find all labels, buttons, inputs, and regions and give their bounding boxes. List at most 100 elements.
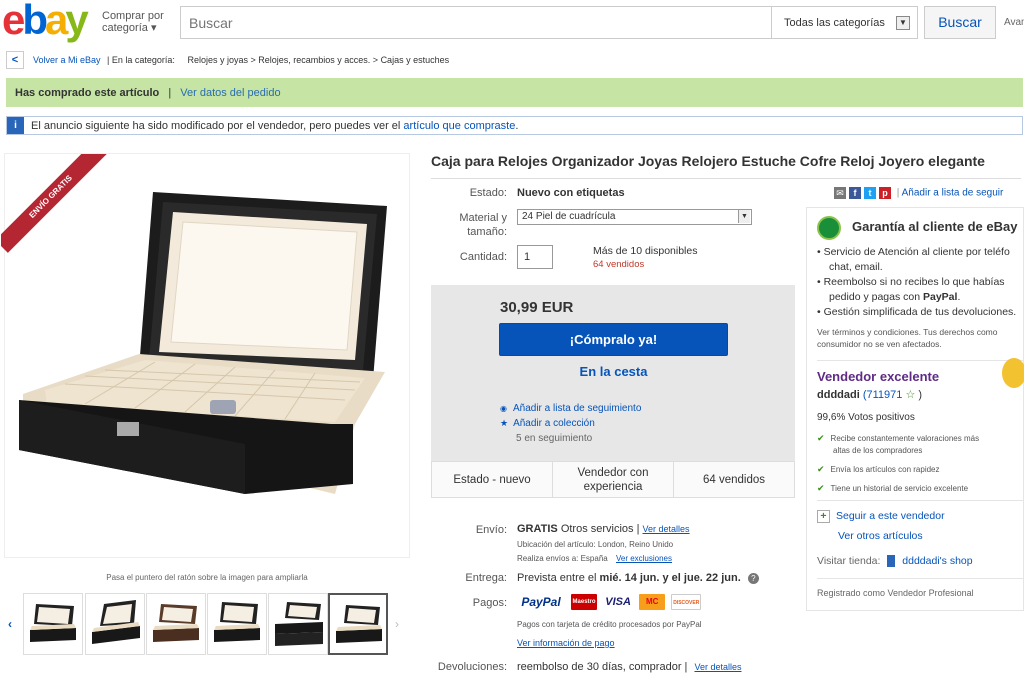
- payment-info-link[interactable]: Ver información de pago: [517, 638, 615, 648]
- eye-icon: ◉: [500, 404, 507, 413]
- terms-line-1[interactable]: Ver términos y condiciones. Tus derechos…: [817, 326, 997, 338]
- thumbnail[interactable]: [207, 593, 267, 655]
- plus-icon[interactable]: +: [817, 510, 830, 523]
- thumbnail-image: [153, 604, 199, 642]
- check-icon: ✔: [817, 483, 825, 493]
- shipping-row: GRATIS Otros servicios | Ver detalles: [517, 523, 690, 535]
- view-order-link[interactable]: Ver datos del pedido: [180, 87, 280, 99]
- thumbnail[interactable]: [85, 593, 145, 655]
- ribbon-text: ENVÍO GRATIS: [1, 154, 107, 253]
- thumbnail[interactable]: [146, 593, 206, 655]
- guarantee-text: Servicio de Atención al cliente por telé…: [823, 246, 1010, 258]
- notice-text-wrap: El anuncio siguiente ha sido modificado …: [31, 120, 518, 132]
- main-product-image[interactable]: ENVÍO GRATIS: [1, 153, 410, 558]
- chevron-down-icon[interactable]: ▼: [896, 16, 910, 30]
- buy-now-button[interactable]: ¡Cómpralo ya!: [499, 323, 728, 356]
- exclusions-link[interactable]: Ver exclusiones: [616, 554, 672, 563]
- returns-details-link[interactable]: Ver detalles: [694, 662, 741, 672]
- search-input[interactable]: [181, 7, 771, 38]
- payment-logos: PayPal Maestro VISA MC DISCOVER: [517, 594, 704, 610]
- add-to-collection-link[interactable]: Añadir a colección: [513, 418, 595, 429]
- advanced-search-link[interactable]: Avan: [1004, 17, 1024, 28]
- breadcrumb-item[interactable]: Cajas y estuches: [381, 55, 450, 65]
- item-location: Ubicación del artículo: London, Reino Un…: [517, 540, 674, 549]
- quantity-input[interactable]: 1: [517, 245, 553, 269]
- seller-name[interactable]: ddddadi: [817, 389, 860, 401]
- payment-label: Pagos:: [472, 597, 507, 609]
- divider: [431, 178, 1021, 179]
- guarantee-icon: [817, 216, 841, 240]
- divider: [817, 360, 1023, 361]
- banner-separator: |: [168, 87, 172, 99]
- guarantee-text: pedido y pagas con: [829, 291, 921, 303]
- ebay-logo[interactable]: ebay: [2, 0, 100, 42]
- thumbnail[interactable]: [23, 593, 83, 655]
- breadcrumb-item[interactable]: Relojes, recambios y acces.: [258, 55, 370, 65]
- facebook-icon[interactable]: f: [849, 187, 861, 199]
- returns-label: Devoluciones:: [437, 661, 507, 673]
- top-rated-seller-title: Vendedor excelente: [817, 369, 940, 384]
- back-to-my-ebay-link[interactable]: Volver a Mi eBay: [33, 55, 101, 65]
- purchased-text: Has comprado este artículo: [15, 87, 160, 99]
- info-icon: i: [7, 117, 24, 134]
- stat-seller-1: Vendedor con: [577, 466, 649, 479]
- in-category-label: | En la categoría:: [107, 55, 175, 65]
- guarantee-text: chat, email.: [829, 261, 883, 273]
- delivery-row: Prevista entre el mié. 14 jun. y el jue.…: [517, 572, 759, 584]
- pinterest-icon[interactable]: p: [879, 187, 891, 199]
- chevron-down-icon[interactable]: ▼: [738, 210, 750, 223]
- condition-label: Estado:: [469, 187, 507, 199]
- star-icon: ★: [500, 418, 509, 428]
- guarantee-item-1: • Servicio de Atención al cliente por te…: [817, 246, 1010, 258]
- terms-line-2: consumidor no se ven afectados.: [817, 339, 942, 349]
- thumbnail-selected[interactable]: [328, 593, 388, 655]
- add-to-watchlist-link[interactable]: Añadir a lista de seguimiento: [513, 403, 641, 414]
- store-link[interactable]: ddddadi's shop: [902, 555, 972, 567]
- email-icon[interactable]: ✉: [834, 187, 846, 199]
- thumbnail[interactable]: [268, 593, 328, 655]
- notice-text: El anuncio siguiente ha sido modificado …: [31, 120, 401, 132]
- delivery-dates: mié. 14 jun. y el jue. 22 jun.: [599, 572, 741, 584]
- breadcrumb-item[interactable]: Relojes y joyas: [187, 55, 248, 65]
- shipping-free: GRATIS: [517, 523, 558, 535]
- item-stats: Estado - nuevo Vendedor con experiencia …: [431, 461, 795, 498]
- search-button[interactable]: Buscar: [924, 6, 996, 39]
- seller-score[interactable]: (711971: [863, 389, 903, 401]
- seller-features: ✔ Recibe constantemente valoraciones más …: [817, 432, 979, 495]
- thumbnail-image: [336, 605, 382, 643]
- feature-text: altas de los compradores: [833, 446, 923, 455]
- twitter-icon[interactable]: t: [864, 187, 876, 199]
- back-arrow-icon[interactable]: <: [6, 51, 24, 69]
- variant-select[interactable]: 24 Piel de cuadrícula: [517, 209, 752, 225]
- stat-seller: Vendedor con experiencia: [553, 462, 674, 497]
- check-icon: ✔: [817, 433, 825, 443]
- shipping-details-link[interactable]: Ver detalles: [643, 524, 690, 534]
- star-icon: ☆: [905, 389, 916, 401]
- guarantee-bullets: • Servicio de Atención al cliente por te…: [817, 245, 1016, 320]
- chevron-left-icon[interactable]: ‹: [8, 617, 12, 631]
- maestro-logo: Maestro: [571, 594, 598, 610]
- variant-label-1: Material y: [459, 212, 507, 224]
- shipping-other: Otros servicios |: [560, 523, 640, 535]
- variant-label-2: tamaño:: [467, 226, 507, 238]
- condition-value: Nuevo con etiquetas: [517, 187, 625, 199]
- returns-text: reembolso de 30 días, comprador |: [517, 661, 688, 673]
- top-rated-medal-icon: [1002, 358, 1024, 388]
- help-icon[interactable]: ?: [747, 573, 759, 584]
- follow-seller-link[interactable]: Seguir a este vendedor: [836, 510, 945, 522]
- guarantee-end: .: [957, 291, 961, 303]
- delivery-label: Entrega:: [465, 572, 507, 584]
- availability: Más de 10 disponibles 64 vendidos: [593, 245, 697, 271]
- add-to-watchlist-link[interactable]: Añadir a lista de seguir: [902, 188, 1004, 199]
- chevron-right-icon[interactable]: ›: [395, 617, 399, 631]
- search-field[interactable]: [180, 6, 772, 39]
- other-items-link[interactable]: Ver otros artículos: [838, 530, 923, 542]
- watch-links: ◉ Añadir a lista de seguimiento ★ Añadir a…: [500, 401, 641, 446]
- shop-by-category[interactable]: Comprar por categoría ▾: [102, 10, 164, 34]
- breadcrumb: Volver a Mi eBay | En la categoría: Relo…: [33, 55, 450, 65]
- purchased-banner: Has comprado este artículo | Ver datos d…: [6, 78, 1023, 107]
- purchased-item-link[interactable]: artículo que compraste: [403, 120, 515, 132]
- sold-count[interactable]: 64 vendidos: [593, 258, 697, 271]
- add-to-cart-button[interactable]: En la cesta: [499, 364, 728, 384]
- guarantee-text: Reembolso si no recibes lo que habías: [823, 276, 1005, 288]
